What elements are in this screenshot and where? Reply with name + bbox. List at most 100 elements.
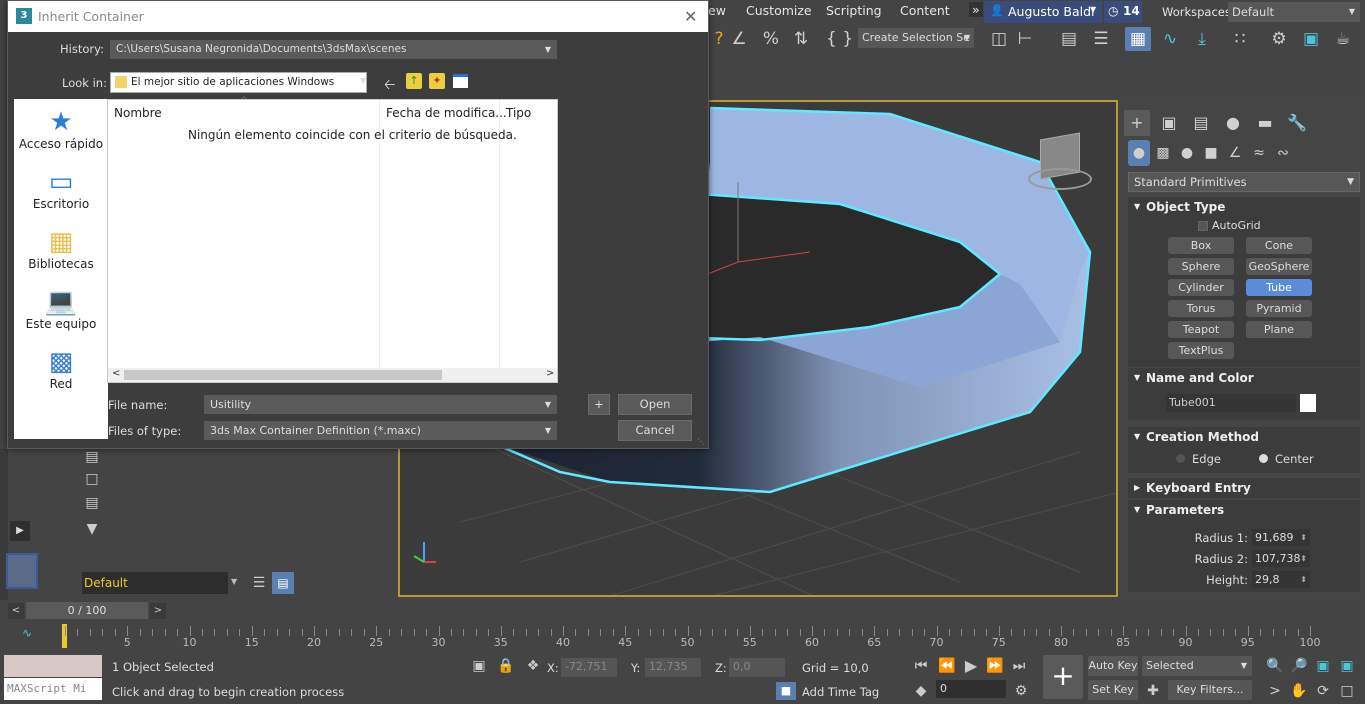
angle-snap-icon[interactable]: ∠ [726,27,752,51]
place-this-pc[interactable]: 💻 Este equipo [14,287,108,331]
maxscript-mini-listener[interactable]: MAXScript Mi [4,678,102,700]
autogrid-checkbox[interactable] [1198,221,1208,231]
place-quick-access[interactable]: ★ Acceso rápido [14,107,108,151]
name-color-rollout-header[interactable]: ▼ Name and Color [1128,368,1360,388]
cylinder-button[interactable]: Cylinder [1168,279,1234,296]
schematic-view-icon[interactable]: ∷ [1227,27,1253,51]
command-panel-toggle-icon[interactable]: ▦ [1125,27,1151,51]
add-time-tag-label[interactable]: Add Time Tag [802,685,879,699]
column-type[interactable]: Tipo [506,106,531,120]
create-tab-icon[interactable]: + [1124,110,1150,136]
menu-overflow-button[interactable]: » [969,2,983,17]
x-coordinate-field[interactable]: -72,751 [561,658,617,677]
menu-view[interactable]: ew [708,3,726,18]
layer-explorer-icon[interactable]: ☰ [1088,27,1114,51]
scroll-left-icon[interactable]: < [112,368,120,379]
helpers-icon[interactable]: ∠ [1224,140,1246,166]
chevron-down-icon[interactable]: ▼ [231,577,237,586]
next-frame-icon[interactable]: ⏩ [986,658,1004,674]
parameters-rollout-header[interactable]: ▼ Parameters [1128,500,1360,520]
chevron-down-icon[interactable]: ▼ [360,76,366,85]
align-icon[interactable]: ⊢ [1012,27,1038,51]
file-list[interactable]: ^ Nombre Fecha de modifica... Tipo Ningú… [107,96,558,383]
teapot-button[interactable]: Teapot [1168,321,1234,338]
object-color-swatch[interactable] [1300,394,1316,412]
current-frame-field[interactable]: 0 [936,680,1006,698]
document-icon[interactable]: ▤ [82,495,102,511]
spinner-snap-icon[interactable]: ⇅ [788,27,814,51]
cancel-button[interactable]: Cancel [618,420,692,441]
dope-sheet-icon[interactable]: ⤓ [1189,27,1215,51]
viewport-layout-icon[interactable] [6,553,38,589]
lock-icon[interactable]: 🔒 [497,658,515,674]
object-name-field[interactable]: Tube001 [1166,394,1296,412]
edge-radio[interactable] [1176,454,1185,463]
column-date-modified[interactable]: Fecha de modifica... [386,106,507,120]
history-dropdown[interactable]: C:\Users\Susana Negronida\Documents\3dsM… [110,40,557,59]
notifications-button[interactable]: ◷ 14 [1104,1,1142,23]
shapes-icon[interactable]: ▩ [1152,140,1174,166]
zoom-extents-all-icon[interactable]: ▣ [1338,658,1356,674]
radius2-spinner[interactable]: 107,738 ⬍ [1252,550,1310,567]
new-folder-icon[interactable]: ✦ [429,73,445,89]
plane-button[interactable]: Plane [1246,321,1312,338]
scene-explorer-icon[interactable]: ▤ [1056,27,1082,51]
menu-content[interactable]: Content [900,3,950,18]
sphere-button[interactable]: Sphere [1168,258,1234,275]
torus-button[interactable]: Torus [1168,300,1234,317]
filter-icon[interactable]: ▼ [82,521,102,537]
space-warps-icon[interactable]: ≈ [1248,140,1270,166]
box-button[interactable]: Box [1168,237,1234,254]
object-type-rollout-header[interactable]: ▼ Object Type [1128,197,1360,217]
up-folder-icon[interactable]: ↑ [406,73,422,89]
menu-scripting[interactable]: Scripting [826,3,882,18]
horizontal-scrollbar[interactable]: < > [108,368,557,382]
curve-editor-mini-icon[interactable]: ∿ [22,626,32,640]
view-menu-icon[interactable] [453,74,468,88]
key-tangent-icon[interactable]: ✚ [1144,683,1162,699]
modify-tab-icon[interactable]: ▣ [1156,110,1182,136]
user-account-button[interactable]: 👤 Augusto Baldi ▼ [984,1,1102,23]
look-in-dropdown[interactable]: El mejor sitio de aplicaciones Windows [110,72,367,93]
workspace-dropdown[interactable]: Default ▼ [1228,2,1360,22]
geometry-icon[interactable]: ● [1128,140,1150,166]
time-config-icon[interactable]: ⚙ [1012,683,1030,699]
zoom-all-icon[interactable]: 🔎 [1290,658,1308,674]
cameras-icon[interactable]: ■ [1200,140,1222,166]
percent-snap-icon[interactable]: % [758,27,784,51]
place-desktop[interactable]: ▭ Escritorio [14,167,108,211]
go-to-start-icon[interactable]: ⏮ [912,658,930,674]
pan-icon[interactable]: ✋ [1290,683,1308,699]
key-mode-dropdown[interactable]: Selected ▼ [1142,656,1252,676]
field-of-view-icon[interactable]: > [1266,683,1284,699]
file-name-field[interactable]: Usitility ▼ [204,395,557,414]
cone-button[interactable]: Cone [1246,237,1312,254]
isolate-selection-icon[interactable]: ▣ [470,658,488,674]
go-to-end-icon[interactable]: ⏭ [1010,658,1028,674]
layer-field[interactable]: Default [82,572,228,594]
scrollbar-thumb[interactable] [124,370,442,380]
viewcube-ring[interactable] [1028,168,1092,190]
list-icon[interactable]: ▤ [82,449,102,465]
time-slider[interactable]: 0 / 100 [26,602,148,619]
key-mode-icon[interactable]: ◆ [912,683,930,699]
height-spinner[interactable]: 29,8 ⬍ [1252,571,1310,588]
file-type-dropdown[interactable]: 3ds Max Container Definition (*.maxc) ▼ [204,421,557,440]
edit-named-selection-icon[interactable]: { } [826,27,853,51]
time-tag-icon[interactable]: ■ [776,682,796,700]
place-libraries[interactable]: ▦ Bibliotecas [14,227,108,271]
mirror-icon[interactable]: ◫ [986,27,1012,51]
maximize-viewport-icon[interactable]: □ [1338,683,1356,699]
auto-key-button[interactable]: Auto Key [1088,656,1138,676]
square-icon[interactable]: □ [82,471,102,487]
play-icon[interactable]: ▶ [962,656,980,675]
zoom-extents-icon[interactable]: ▣ [1314,658,1332,674]
next-frame-button[interactable]: > [150,603,166,619]
scroll-right-icon[interactable]: > [546,368,554,379]
category-dropdown[interactable]: Standard Primitives ▼ [1128,172,1360,192]
menu-customize[interactable]: Customize [746,3,812,18]
set-key-big-icon[interactable]: + [1043,655,1083,699]
curve-editor-icon[interactable]: ∿ [1157,27,1183,51]
lights-icon[interactable]: ● [1176,140,1198,166]
render-setup-icon[interactable]: ⚙ [1266,27,1292,51]
